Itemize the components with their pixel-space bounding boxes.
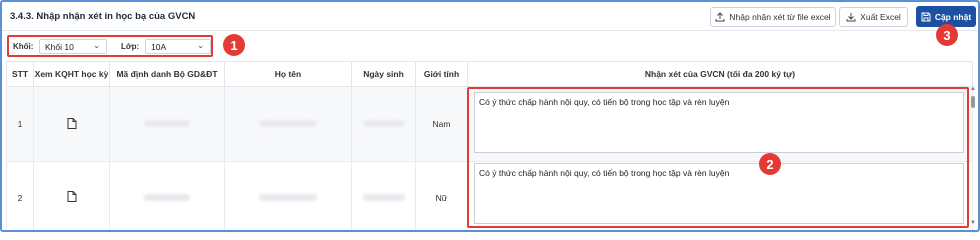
filter-group: Khối: Khối 10 ⌄ Lớp: 10A ⌄: [7, 35, 213, 57]
chevron-down-icon: ⌄: [93, 41, 100, 50]
page-frame: 3.4.3. Nhập nhận xét in học bạ của GVCN …: [0, 0, 980, 232]
column-header-student-id: Mã định danh Bộ GD&ĐT: [109, 61, 225, 87]
update-label: Cập nhật: [934, 11, 972, 22]
grade-select[interactable]: Khối 10 ⌄: [39, 39, 107, 54]
view-results-cell: [33, 161, 110, 230]
scroll-down-icon[interactable]: ▼: [970, 220, 976, 226]
vertical-scrollbar[interactable]: ▲ ▼: [970, 86, 976, 226]
column-header-stt: STT: [6, 61, 34, 87]
full-name-cell: [224, 161, 352, 230]
birth-date-cell: [351, 86, 416, 162]
class-select-value: 10A: [151, 42, 167, 52]
chevron-down-icon: ⌄: [197, 41, 204, 50]
comment-textarea[interactable]: Có ý thức chấp hành nội quy, có tiến bộ …: [474, 92, 964, 153]
document-icon[interactable]: [67, 191, 77, 204]
column-header-full-name: Họ tên: [224, 61, 352, 87]
column-header-teacher-comment: Nhận xét của GVCN (tối đa 200 ký tự): [467, 61, 973, 87]
import-excel-label: Nhập nhận xét từ file excel: [729, 12, 831, 22]
column-header-view-results: Xem KQHT học kỳ: [33, 61, 110, 87]
callout-badge-3: 3: [936, 24, 958, 46]
column-header-birth-date: Ngày sinh: [351, 61, 416, 87]
row-stt: 1: [6, 86, 34, 162]
upload-icon: [715, 12, 725, 22]
redacted-birth-date: [362, 120, 405, 127]
birth-date-cell: [351, 161, 416, 230]
scrollbar-thumb[interactable]: [971, 96, 975, 108]
row-stt: 2: [6, 161, 34, 230]
scroll-up-icon[interactable]: ▲: [970, 86, 976, 92]
redacted-full-name: [259, 120, 317, 127]
save-icon: [921, 12, 931, 21]
import-excel-button[interactable]: Nhập nhận xét từ file excel: [710, 7, 836, 27]
row-gender: Nam: [415, 86, 468, 162]
row-gender: Nữ: [415, 161, 468, 230]
document-icon[interactable]: [67, 117, 77, 131]
download-icon: [846, 13, 856, 22]
callout-badge-2: 2: [759, 153, 781, 175]
export-excel-label: Xuất Excel: [860, 12, 901, 22]
student-id-cell: [109, 86, 225, 162]
redacted-student-id: [144, 120, 190, 127]
view-results-cell: [33, 86, 110, 162]
comment-highlight: Có ý thức chấp hành nội quy, có tiến bộ …: [467, 87, 969, 228]
class-select[interactable]: 10A ⌄: [145, 39, 211, 54]
comment-textarea[interactable]: Có ý thức chấp hành nội quy, có tiến bộ …: [474, 163, 964, 224]
redacted-full-name: [259, 193, 317, 201]
callout-badge-1: 1: [223, 34, 245, 56]
full-name-cell: [224, 86, 352, 162]
page-header: 3.4.3. Nhập nhận xét in học bạ của GVCN …: [2, 2, 978, 31]
grade-select-value: Khối 10: [45, 42, 74, 52]
page-title: 3.4.3. Nhập nhận xét in học bạ của GVCN: [10, 11, 196, 22]
redacted-birth-date: [362, 193, 405, 201]
grade-label: Khối:: [13, 42, 34, 51]
table-header-row: STT Xem KQHT học kỳ Mã định danh Bộ GD&Đ…: [6, 61, 973, 87]
student-id-cell: [109, 161, 225, 230]
column-header-gender: Giới tính: [415, 61, 468, 87]
export-excel-button[interactable]: Xuất Excel: [839, 7, 908, 27]
redacted-student-id: [144, 193, 190, 201]
class-label: Lớp:: [121, 42, 140, 51]
